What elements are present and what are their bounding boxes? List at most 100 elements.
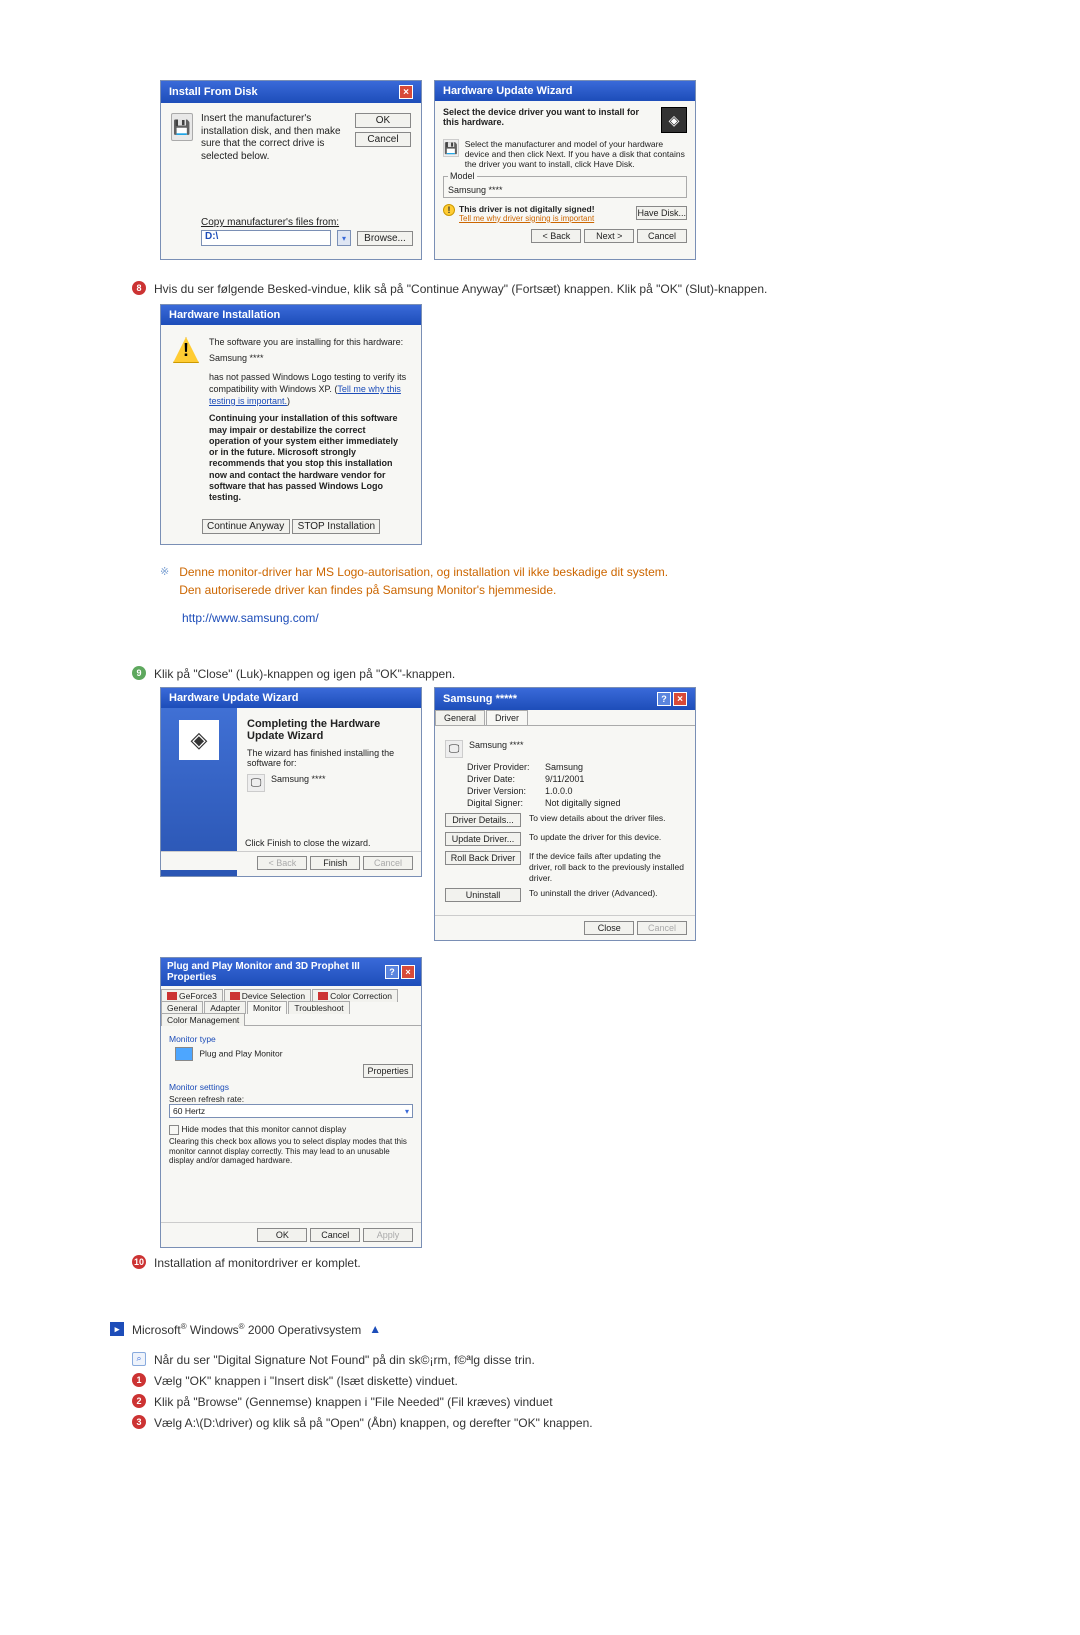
- dialog-title: Hardware Update Wizard: [443, 85, 573, 97]
- props-device: Samsung ****: [469, 740, 524, 750]
- dialog-titlebar: Hardware Installation: [161, 305, 421, 325]
- w2k-section-heading: Microsoft® Windows® 2000 Operativsystem: [132, 1322, 361, 1337]
- back-button: < Back: [257, 856, 307, 870]
- warning-icon: !: [173, 337, 199, 363]
- driver-details-button[interactable]: Driver Details...: [445, 813, 521, 827]
- cancel-button: Cancel: [363, 856, 413, 870]
- tab-troubleshoot[interactable]: Troubleshoot: [288, 1001, 349, 1014]
- close-button[interactable]: Close: [584, 921, 634, 935]
- chevron-down-icon[interactable]: ▾: [337, 230, 351, 246]
- tab-color-management[interactable]: Color Management: [161, 1013, 245, 1026]
- note-line2: Den autoriserede driver kan findes på Sa…: [179, 581, 668, 599]
- dialog-title: Hardware Update Wizard: [169, 692, 299, 704]
- signer-label: Digital Signer:: [467, 798, 545, 808]
- ok-button[interactable]: OK: [355, 113, 411, 128]
- model-value: Samsung ****: [448, 185, 682, 195]
- samsung-url-link[interactable]: http://www.samsung.com/: [182, 611, 970, 625]
- model-list[interactable]: Model Samsung ****: [443, 176, 687, 198]
- step-number-8: 8: [132, 281, 146, 295]
- stop-installation-button[interactable]: STOP Installation: [292, 519, 380, 534]
- close-icon[interactable]: ×: [401, 965, 415, 979]
- cancel-button[interactable]: Cancel: [355, 132, 411, 147]
- monitor-icon: 🖵: [445, 740, 463, 758]
- info-icon: ⌕: [132, 1352, 146, 1366]
- uninstall-text: To uninstall the driver (Advanced).: [529, 888, 658, 899]
- w2k-step-1: Vælg "OK" knappen i "Insert disk" (Isæt …: [154, 1372, 458, 1390]
- hardware-update-wizard-complete: Hardware Update Wizard ◈ Completing the …: [160, 687, 422, 877]
- signer-value: Not digitally signed: [545, 798, 685, 808]
- w2k-step-3: Vælg A:\(D:\driver) og klik så på "Open"…: [154, 1414, 593, 1432]
- hi-device: Samsung ****: [209, 353, 409, 365]
- step-number-2: 2: [132, 1394, 146, 1408]
- nvidia-icon: [318, 992, 328, 1000]
- close-icon[interactable]: ×: [399, 85, 413, 99]
- signing-importance-link[interactable]: Tell me why driver signing is important: [459, 214, 595, 223]
- uninstall-button[interactable]: Uninstall: [445, 888, 521, 902]
- browse-button[interactable]: Browse...: [357, 231, 413, 246]
- tab-monitor[interactable]: Monitor: [247, 1001, 287, 1014]
- wizard-finish-msg: Click Finish to close the wizard.: [245, 838, 371, 848]
- dialog-title: Hardware Installation: [169, 309, 280, 321]
- install-instruction: Insert the manufacturer's installation d…: [201, 113, 347, 163]
- select-driver-sub: Select the manufacturer and model of you…: [465, 139, 687, 170]
- update-driver-button[interactable]: Update Driver...: [445, 832, 521, 846]
- close-icon[interactable]: ×: [673, 692, 687, 706]
- provider-value: Samsung: [545, 762, 685, 772]
- hi-bold-warning: Continuing your installation of this sof…: [209, 413, 409, 503]
- w2k-step-2: Klik på "Browse" (Gennemse) knappen i "F…: [154, 1393, 553, 1411]
- cancel-button[interactable]: Cancel: [637, 229, 687, 243]
- cancel-button[interactable]: Cancel: [310, 1228, 360, 1242]
- dialog-title: Samsung *****: [443, 693, 517, 705]
- step-number-9: 9: [132, 666, 146, 680]
- apply-button: Apply: [363, 1228, 413, 1242]
- monitor-name: Plug and Play Monitor: [199, 1049, 282, 1059]
- up-arrow-icon[interactable]: ▲: [369, 1322, 381, 1336]
- monitor-properties-dialog: Plug and Play Monitor and 3D Prophet III…: [160, 957, 422, 1248]
- hi-logo-text: has not passed Windows Logo testing to v…: [209, 372, 409, 407]
- properties-button[interactable]: Properties: [363, 1064, 413, 1078]
- continue-anyway-button[interactable]: Continue Anyway: [202, 519, 290, 534]
- drive-input[interactable]: D:\: [201, 230, 331, 246]
- hide-modes-checkbox[interactable]: [169, 1125, 179, 1135]
- driver-details-text: To view details about the driver files.: [529, 813, 666, 824]
- nvidia-icon: [230, 992, 240, 1000]
- hardware-installation-dialog: Hardware Installation ! The software you…: [160, 304, 422, 545]
- chevron-down-icon: ▾: [405, 1107, 409, 1116]
- step-number-10: 10: [132, 1255, 146, 1269]
- nvidia-icon: [167, 992, 177, 1000]
- model-label: Model: [448, 171, 477, 181]
- have-disk-button[interactable]: Have Disk...: [636, 206, 687, 220]
- dialog-titlebar: Plug and Play Monitor and 3D Prophet III…: [161, 958, 421, 986]
- disk-icon: 💾: [171, 113, 193, 141]
- warning-icon: !: [443, 204, 455, 216]
- monitor-icon: [175, 1047, 193, 1061]
- help-icon[interactable]: ?: [385, 965, 399, 979]
- monitor-settings-section: Monitor settings: [169, 1082, 413, 1092]
- ok-button[interactable]: OK: [257, 1228, 307, 1242]
- dialog-titlebar: Samsung ***** ? ×: [435, 688, 695, 710]
- copy-from-label: Copy manufacturer's files from:: [201, 217, 421, 228]
- refresh-label: Screen refresh rate:: [169, 1094, 413, 1104]
- date-value: 9/11/2001: [545, 774, 685, 784]
- dialog-titlebar: Hardware Update Wizard: [435, 81, 695, 101]
- roll-back-driver-button[interactable]: Roll Back Driver: [445, 851, 521, 865]
- cancel-button: Cancel: [637, 921, 687, 935]
- step-9-text: Klik på "Close" (Luk)-knappen og igen på…: [154, 665, 455, 683]
- hardware-update-wizard-select: Hardware Update Wizard Select the device…: [434, 80, 696, 260]
- tab-driver[interactable]: Driver: [486, 710, 528, 725]
- back-button[interactable]: < Back: [531, 229, 581, 243]
- tab-general[interactable]: General: [435, 710, 485, 725]
- install-from-disk-dialog: Install From Disk × 💾 Insert the manufac…: [160, 80, 422, 260]
- hide-modes-note: Clearing this check box allows you to se…: [169, 1137, 413, 1166]
- monitor-icon: 🖵: [247, 774, 265, 792]
- finish-button[interactable]: Finish: [310, 856, 360, 870]
- wizard-complete-sub: The wizard has finished installing the s…: [247, 748, 411, 768]
- section-bullet-icon: ▸: [110, 1322, 124, 1336]
- help-icon[interactable]: ?: [657, 692, 671, 706]
- refresh-rate-select[interactable]: 60 Hertz ▾: [169, 1104, 413, 1118]
- tabs-row: GeForce3 Device Selection Color Correcti…: [161, 986, 421, 1026]
- next-button[interactable]: Next >: [584, 229, 634, 243]
- disk-icon: 💾: [443, 139, 459, 157]
- w2k-info-text: Når du ser "Digital Signature Not Found"…: [154, 1351, 535, 1369]
- step-10-text: Installation af monitordriver er komplet…: [154, 1254, 361, 1272]
